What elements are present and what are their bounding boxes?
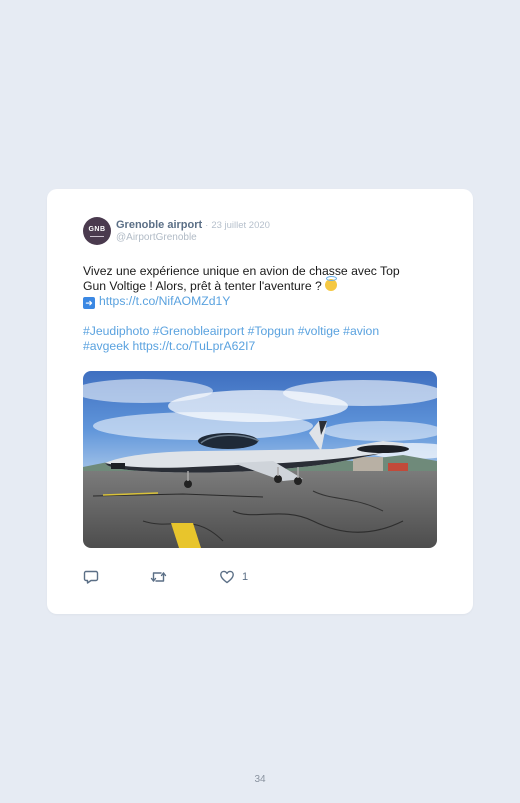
retweet-icon [150,572,167,582]
tweet-date[interactable]: 23 juillet 2020 [211,220,270,231]
avatar[interactable]: GNB [83,217,111,245]
reply-icon [83,570,99,584]
avatar-logo-text: GNB [88,225,106,233]
tweet-text-line-2: Gun Voltige ! Alors, prêt à tenter l'ave… [83,276,445,294]
tweet-card: GNB Grenoble airport · 23 juillet 2020 @… [47,189,473,614]
hashtags-line-1[interactable]: #Jeudiphoto #Grenobleairport #Topgun #vo… [83,324,445,339]
tweet-link-line: ➜ https://t.co/NifAOMZd1Y [83,294,445,309]
hashtag-avgeek[interactable]: #avgeek [83,339,129,353]
like-button[interactable]: 1 [219,569,248,585]
reply-button[interactable] [83,569,99,585]
tweet-actions: 1 [83,569,283,585]
like-count: 1 [242,571,249,583]
page-number: 34 [254,774,266,785]
header-separator: · [205,220,209,230]
tweet-text-line-2-content: Gun Voltige ! Alors, prêt à tenter l'ave… [83,279,322,293]
author-handle[interactable]: @AirportGrenoble [116,232,197,243]
author-name[interactable]: Grenoble airport [116,219,202,231]
tweet-link-2[interactable]: https://t.co/TuLprA62I7 [132,339,255,353]
jet-photo [83,371,437,548]
smiling-face-with-halo-icon [325,276,338,291]
tweet-text: Vivez une expérience unique en avion de … [83,264,445,354]
hashtags-line-2: #avgeek https://t.co/TuLprA62I7 [83,339,445,354]
tweet-header: Grenoble airport · 23 juillet 2020 [116,219,270,232]
heart-icon [220,570,234,584]
retweet-button[interactable] [150,569,167,585]
avatar-logo-underline [90,235,104,237]
right-arrow-icon: ➜ [83,297,95,309]
tweet-media-image[interactable] [83,371,437,548]
tweet-link-1[interactable]: https://t.co/NifAOMZd1Y [99,294,230,308]
tweet-text-line-1: Vivez une expérience unique en avion de … [83,264,400,278]
